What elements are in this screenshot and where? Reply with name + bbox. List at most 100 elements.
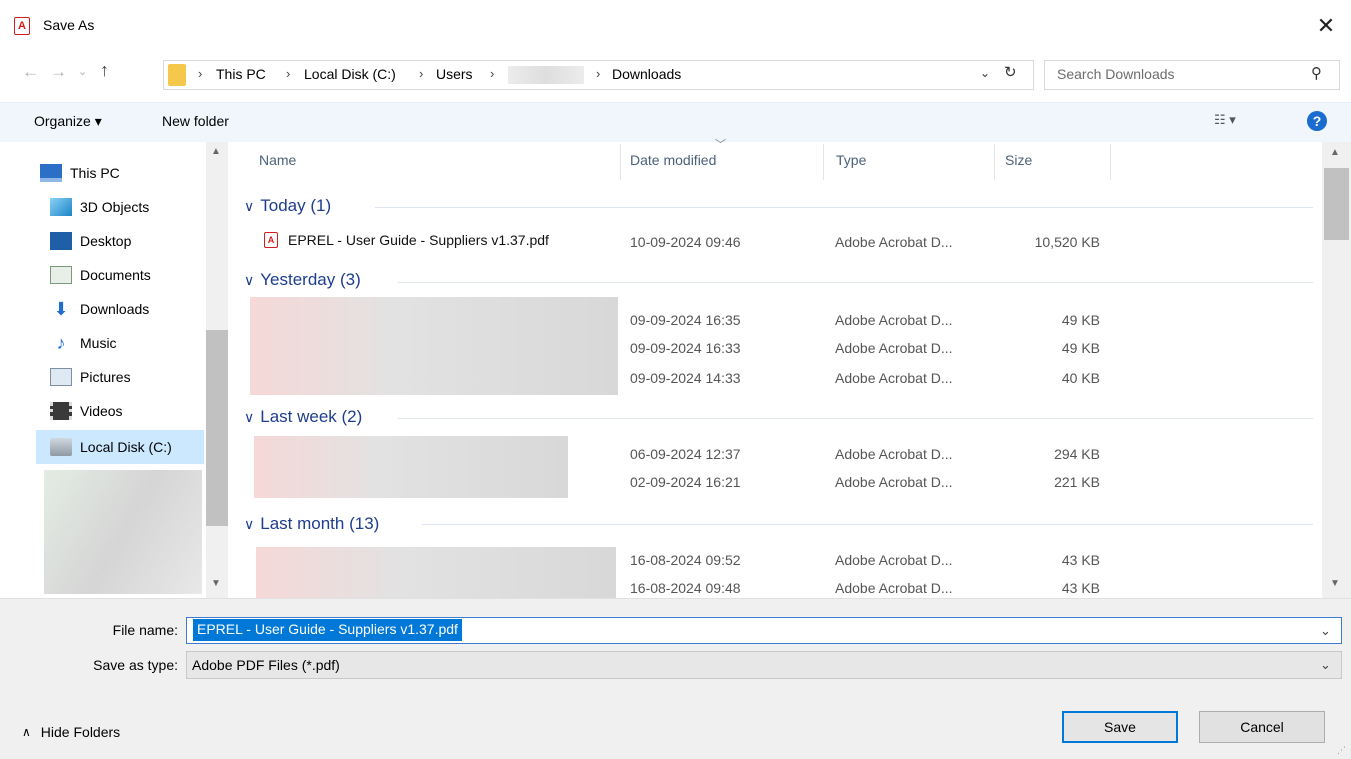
breadcrumb-local-disk[interactable]: Local Disk (C:) <box>304 66 396 82</box>
file-size: 43 KB <box>1061 552 1100 568</box>
scroll-up-icon[interactable]: ▲ <box>211 146 221 157</box>
file-row-name[interactable]: A EPREL - User Guide - Suppliers v1.37.p… <box>264 232 549 248</box>
nav-scrollbar-thumb[interactable] <box>206 330 228 526</box>
title-bar <box>0 0 1351 56</box>
column-divider[interactable] <box>823 144 824 180</box>
breadcrumb-separator[interactable]: › <box>419 66 423 81</box>
file-type: Adobe Acrobat D... <box>835 370 953 386</box>
save-as-type-label: Save as type: <box>93 657 178 673</box>
hide-folders-button[interactable]: ∧ Hide Folders <box>22 724 120 740</box>
nav-item-label: Local Disk (C:) <box>80 439 172 455</box>
breadcrumb-redacted-user[interactable] <box>508 66 584 84</box>
breadcrumb-separator[interactable]: › <box>198 66 202 81</box>
nav-item-label: 3D Objects <box>80 199 150 215</box>
save-button[interactable]: Save <box>1062 711 1178 743</box>
nav-redacted-region <box>44 470 202 594</box>
nav-item-label: Documents <box>80 267 151 283</box>
scroll-up-icon[interactable]: ▲ <box>1330 147 1340 158</box>
up-arrow-icon[interactable]: ↑ <box>100 60 109 81</box>
file-type: Adobe Acrobat D... <box>835 446 953 462</box>
close-button[interactable]: ✕ <box>1306 8 1346 44</box>
documents-icon <box>50 266 72 284</box>
column-header-size[interactable]: Size <box>1005 152 1032 168</box>
column-divider[interactable] <box>1110 144 1111 180</box>
group-divider <box>375 207 1313 208</box>
redacted-file-names <box>250 297 618 395</box>
help-icon[interactable]: ? <box>1307 111 1327 131</box>
breadcrumb-separator[interactable]: › <box>490 66 494 81</box>
recent-locations-icon[interactable]: ⌄ <box>78 65 87 78</box>
group-header-today[interactable]: ∨ Today (1) <box>244 196 331 216</box>
column-header-type[interactable]: Type <box>836 152 866 168</box>
nav-item-downloads[interactable]: ⬇ Downloads <box>50 294 216 324</box>
column-header-date[interactable]: Date modified <box>630 152 716 168</box>
group-divider <box>398 282 1313 283</box>
group-divider <box>398 418 1313 419</box>
list-scrollbar-thumb[interactable] <box>1324 168 1349 240</box>
file-date: 09-09-2024 16:33 <box>630 340 741 356</box>
group-header-last-month[interactable]: ∨ Last month (13) <box>244 514 379 534</box>
desktop-icon <box>50 232 72 250</box>
nav-item-this-pc[interactable]: This PC <box>40 158 206 188</box>
column-divider[interactable] <box>994 144 995 180</box>
cancel-button[interactable]: Cancel <box>1199 711 1325 743</box>
nav-item-videos[interactable]: Videos <box>50 396 216 426</box>
chevron-up-icon: ∧ <box>22 725 31 739</box>
file-type: Adobe Acrobat D... <box>835 312 953 328</box>
breadcrumb-separator[interactable]: › <box>286 66 290 81</box>
back-arrow-icon[interactable]: ← <box>22 62 39 82</box>
breadcrumb-separator[interactable]: › <box>596 66 600 81</box>
nav-item-documents[interactable]: Documents <box>50 260 216 290</box>
nav-item-3d-objects[interactable]: 3D Objects <box>50 192 216 222</box>
file-size: 294 KB <box>1054 446 1100 462</box>
chevron-down-icon[interactable]: ⌄ <box>980 66 990 80</box>
refresh-icon[interactable]: ↻ <box>1004 63 1017 81</box>
chevron-down-icon: ∨ <box>244 197 255 214</box>
scroll-down-icon[interactable]: ▼ <box>211 578 221 589</box>
column-divider[interactable] <box>620 144 621 180</box>
file-size: 40 KB <box>1061 370 1100 386</box>
nav-item-label: Pictures <box>80 369 131 385</box>
nav-item-local-disk[interactable]: Local Disk (C:) <box>50 432 216 462</box>
nav-item-pictures[interactable]: Pictures <box>50 362 216 392</box>
search-icon[interactable]: ⚲ <box>1311 64 1322 82</box>
nav-item-label: Videos <box>80 403 123 419</box>
search-placeholder[interactable]: Search Downloads <box>1057 66 1175 82</box>
breadcrumb-this-pc[interactable]: This PC <box>216 66 266 82</box>
file-size: 221 KB <box>1054 474 1100 490</box>
nav-item-desktop[interactable]: Desktop <box>50 226 216 256</box>
file-date: 16-08-2024 09:48 <box>630 580 741 596</box>
chevron-down-icon[interactable]: ⌄ <box>1320 657 1331 673</box>
pdf-app-icon: A <box>14 17 30 35</box>
file-size: 49 KB <box>1061 312 1100 328</box>
file-type: Adobe Acrobat D... <box>835 340 953 356</box>
breadcrumb-downloads[interactable]: Downloads <box>612 66 681 82</box>
chevron-down-icon[interactable]: ⌄ <box>1320 623 1331 639</box>
nav-item-music[interactable]: ♪ Music <box>50 328 216 358</box>
forward-arrow-icon[interactable]: → <box>50 62 67 82</box>
new-folder-button[interactable]: New folder <box>162 113 229 129</box>
group-header-last-week[interactable]: ∨ Last week (2) <box>244 407 362 427</box>
chevron-down-icon: ∨ <box>244 408 255 425</box>
scroll-down-icon[interactable]: ▼ <box>1330 578 1340 589</box>
file-date: 06-09-2024 12:37 <box>630 446 741 462</box>
group-divider <box>422 524 1313 525</box>
view-options-icon[interactable]: ☷ ▾ <box>1214 112 1236 128</box>
window-title: Save As <box>43 17 95 33</box>
save-as-type-select[interactable] <box>186 651 1342 679</box>
group-header-yesterday[interactable]: ∨ Yesterday (3) <box>244 270 361 290</box>
breadcrumb-users[interactable]: Users <box>436 66 473 82</box>
sort-indicator-icon: ﹀ <box>715 139 726 151</box>
chevron-down-icon: ∨ <box>244 515 255 532</box>
file-date: 09-09-2024 16:35 <box>630 312 741 328</box>
resize-grip-icon[interactable]: ⋰ <box>1337 745 1346 756</box>
file-name-selected-text[interactable]: EPREL - User Guide - Suppliers v1.37.pdf <box>193 619 462 641</box>
column-header-name[interactable]: Name <box>259 152 296 168</box>
nav-item-label: Desktop <box>80 233 132 249</box>
nav-item-label: Downloads <box>80 301 150 317</box>
save-as-type-value[interactable]: Adobe PDF Files (*.pdf) <box>192 657 340 673</box>
file-type: Adobe Acrobat D... <box>835 552 953 568</box>
organize-menu-button[interactable]: Organize ▾ <box>34 113 102 130</box>
nav-item-label: This PC <box>70 165 120 181</box>
file-type: Adobe Acrobat D... <box>835 580 953 596</box>
